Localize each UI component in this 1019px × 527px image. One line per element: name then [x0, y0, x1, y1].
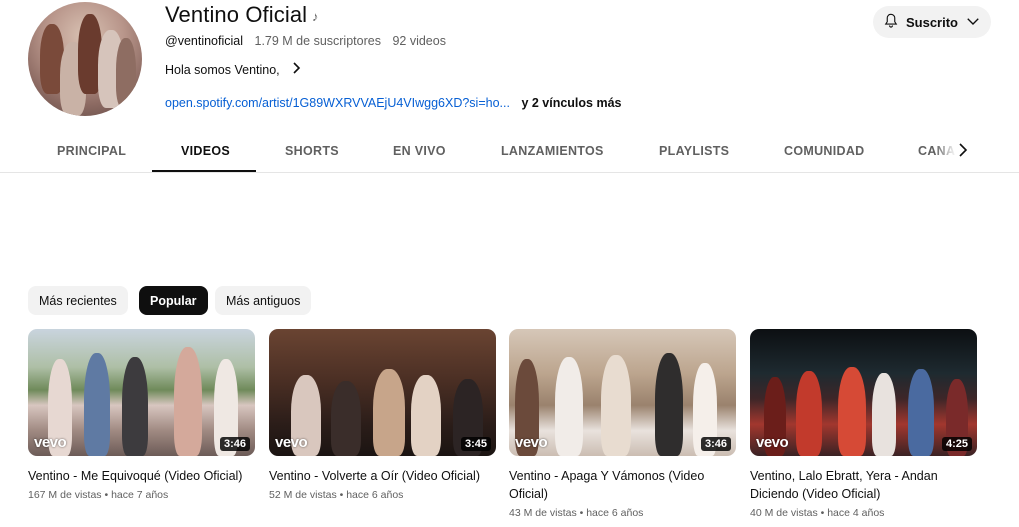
- video-count: 92 videos: [392, 34, 446, 48]
- chevron-right-icon: [292, 62, 302, 77]
- channel-handle: @ventinoficial: [165, 34, 244, 48]
- video-thumbnail[interactable]: vevo 3:46: [509, 329, 736, 456]
- video-thumbnail[interactable]: vevo 3:45: [269, 329, 496, 456]
- upload-age: hace 7 años: [111, 489, 169, 501]
- video-title[interactable]: Ventino - Me Equivoqué (Video Oficial): [28, 467, 255, 485]
- tabs-fade: [935, 130, 1019, 172]
- channel-name: Ventino Oficial: [165, 2, 308, 27]
- view-count: 43 M de vistas: [509, 507, 577, 519]
- chip-popular[interactable]: Popular: [139, 286, 208, 315]
- channel-tabs: PRINCIPAL VIDEOS SHORTS EN VIVO LANZAMIE…: [0, 130, 1019, 173]
- video-stats: 167 M de vistas • hace 7 años: [28, 489, 169, 501]
- upload-age: hace 6 años: [346, 489, 404, 501]
- tab-principal[interactable]: PRINCIPAL: [57, 144, 126, 158]
- video-stats: 43 M de vistas • hace 6 años: [509, 507, 644, 519]
- video-card[interactable]: vevo 3:46 Ventino - Apaga Y Vámonos (Vid…: [509, 329, 736, 519]
- description-text: Hola somos Ventino,: [165, 62, 280, 77]
- video-stats: 40 M de vistas • hace 4 años: [750, 507, 885, 519]
- music-note-icon: ♪: [312, 9, 319, 24]
- subscribed-button[interactable]: Suscrito: [873, 6, 991, 38]
- vevo-badge: vevo: [515, 434, 548, 451]
- video-card[interactable]: vevo 3:46 Ventino - Me Equivoqué (Video …: [28, 329, 255, 501]
- video-duration: 4:25: [941, 437, 972, 451]
- tab-shorts[interactable]: SHORTS: [285, 144, 339, 158]
- view-count: 52 M de vistas: [269, 489, 337, 501]
- channel-links: open.spotify.com/artist/1G89WXRVVAEjU4VI…: [165, 96, 622, 110]
- channel-avatar[interactable]: [28, 2, 142, 116]
- channel-meta: @ventinoficial 1.79 M de suscriptores 92…: [165, 34, 454, 48]
- video-duration: 3:46: [700, 437, 731, 451]
- video-stats: 52 M de vistas • hace 6 años: [269, 489, 404, 501]
- chevron-down-icon: [964, 12, 982, 33]
- chevron-right-icon[interactable]: [957, 143, 969, 162]
- subscriber-count: 1.79 M de suscriptores: [254, 34, 381, 48]
- vevo-badge: vevo: [275, 434, 308, 451]
- active-tab-indicator: [152, 170, 256, 172]
- video-thumbnail[interactable]: vevo 4:25: [750, 329, 977, 456]
- more-links-button[interactable]: y 2 vínculos más: [521, 96, 621, 110]
- video-title[interactable]: Ventino - Apaga Y Vámonos (Video Oficial…: [509, 467, 736, 503]
- video-card[interactable]: vevo 3:45 Ventino - Volverte a Oír (Vide…: [269, 329, 496, 501]
- video-duration: 3:46: [219, 437, 250, 451]
- tab-playlists[interactable]: PLAYLISTS: [659, 144, 729, 158]
- chip-mas-recientes[interactable]: Más recientes: [28, 286, 128, 315]
- tab-en-vivo[interactable]: EN VIVO: [393, 144, 446, 158]
- spotify-link[interactable]: open.spotify.com/artist/1G89WXRVVAEjU4VI…: [165, 96, 510, 110]
- video-card[interactable]: vevo 4:25 Ventino, Lalo Ebratt, Yera - A…: [750, 329, 977, 519]
- bell-icon: [882, 12, 900, 33]
- vevo-badge: vevo: [756, 434, 789, 451]
- tab-videos[interactable]: VIDEOS: [181, 144, 230, 158]
- video-title[interactable]: Ventino - Volverte a Oír (Video Oficial): [269, 467, 496, 485]
- tab-lanzamientos[interactable]: LANZAMIENTOS: [501, 144, 604, 158]
- upload-age: hace 4 años: [827, 507, 885, 519]
- view-count: 40 M de vistas: [750, 507, 818, 519]
- upload-age: hace 6 años: [586, 507, 644, 519]
- video-thumbnail[interactable]: vevo 3:46: [28, 329, 255, 456]
- view-count: 167 M de vistas: [28, 489, 102, 501]
- video-title[interactable]: Ventino, Lalo Ebratt, Yera - Andan Dicie…: [750, 467, 977, 503]
- tab-comunidad[interactable]: COMUNIDAD: [784, 144, 864, 158]
- chip-mas-antiguos[interactable]: Más antiguos: [215, 286, 312, 315]
- vevo-badge: vevo: [34, 434, 67, 451]
- video-duration: 3:45: [460, 437, 491, 451]
- channel-description[interactable]: Hola somos Ventino,: [165, 62, 302, 77]
- subscribed-label: Suscrito: [905, 14, 958, 30]
